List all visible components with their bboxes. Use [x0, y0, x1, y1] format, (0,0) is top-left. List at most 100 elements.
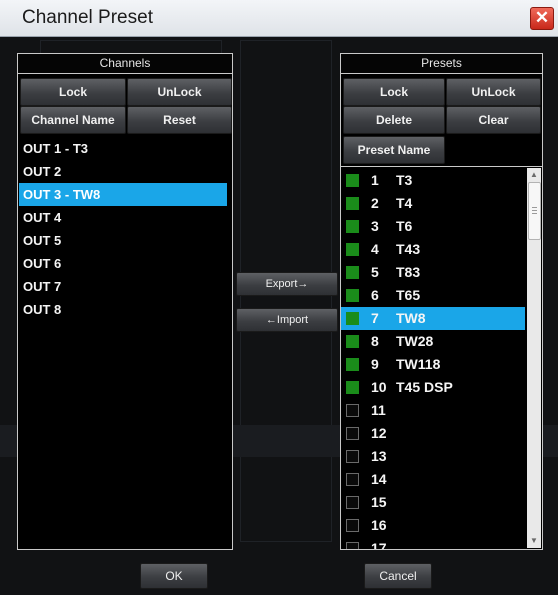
preset-name: T3	[396, 172, 413, 188]
preset-used-indicator	[346, 174, 359, 187]
preset-list-item[interactable]: 9 TW118	[341, 353, 525, 376]
channel-list-item[interactable]: OUT 2	[19, 160, 227, 183]
preset-list-item[interactable]: 14	[341, 468, 525, 491]
preset-number: 12	[371, 425, 387, 441]
channel-list-item[interactable]: OUT 4	[19, 206, 227, 229]
preset-used-indicator	[346, 266, 359, 279]
preset-name: T43	[396, 241, 421, 257]
preset-used-indicator	[346, 243, 359, 256]
preset-used-indicator	[346, 312, 359, 325]
preset-number: 15	[371, 494, 387, 510]
preset-list-item[interactable]: 2 T4	[341, 192, 525, 215]
preset-name: TW8	[396, 310, 426, 326]
preset-list-item[interactable]: 11	[341, 399, 525, 422]
preset-list-item[interactable]: 7 TW8	[341, 307, 525, 330]
preset-list-item[interactable]: 17	[341, 537, 525, 549]
preset-empty-indicator	[346, 450, 359, 463]
preset-list-item[interactable]: 8 TW28	[341, 330, 525, 353]
grip-line	[532, 210, 537, 211]
cancel-button[interactable]: Cancel	[364, 563, 432, 589]
close-icon[interactable]: ✕	[530, 7, 554, 30]
import-button[interactable]: ←Import	[236, 308, 338, 332]
channel-list-item[interactable]: OUT 6	[19, 252, 227, 275]
preset-used-indicator	[346, 381, 359, 394]
channel-preset-dialog: Channel Preset ✕ Channels Lock UnLock Ch…	[0, 0, 558, 595]
preset-number: 14	[371, 471, 387, 487]
channel-reset-button[interactable]: Reset	[127, 106, 232, 134]
preset-empty-indicator	[346, 496, 359, 509]
grip-line	[532, 213, 537, 214]
preset-number: 7	[371, 310, 379, 326]
preset-clear-button[interactable]: Clear	[446, 106, 541, 134]
title-bar: Channel Preset ✕	[0, 0, 558, 37]
channel-name-button[interactable]: Channel Name	[20, 106, 126, 134]
preset-unlock-button[interactable]: UnLock	[446, 78, 541, 106]
preset-number: 11	[371, 402, 386, 418]
preset-list-item[interactable]: 16	[341, 514, 525, 537]
preset-number: 5	[371, 264, 379, 280]
preset-name-button[interactable]: Preset Name	[343, 136, 445, 164]
preset-name: T83	[396, 264, 421, 280]
preset-name: TW28	[396, 333, 434, 349]
window-title: Channel Preset	[22, 7, 153, 28]
preset-list-item[interactable]: 6 T65	[341, 284, 525, 307]
preset-number: 8	[371, 333, 379, 349]
preset-empty-indicator	[346, 404, 359, 417]
preset-list-item[interactable]: 4 T43	[341, 238, 525, 261]
preset-used-indicator	[346, 197, 359, 210]
preset-number: 17	[371, 540, 387, 549]
preset-number: 1	[371, 172, 379, 188]
preset-list-item[interactable]: 3 T6	[341, 215, 525, 238]
export-button[interactable]: Export→	[236, 272, 338, 296]
channels-panel: Channels Lock UnLock Channel Name Reset …	[17, 53, 233, 550]
preset-empty-indicator	[346, 473, 359, 486]
preset-number: 2	[371, 195, 379, 211]
preset-list-item[interactable]: 13	[341, 445, 525, 468]
channel-list-item[interactable]: OUT 8	[19, 298, 227, 321]
channel-list-item[interactable]: OUT 3 - TW8	[19, 183, 227, 206]
preset-name: TW118	[396, 356, 441, 372]
preset-delete-button[interactable]: Delete	[343, 106, 445, 134]
preset-list-item[interactable]: 1 T3	[341, 169, 525, 192]
ok-button[interactable]: OK	[140, 563, 208, 589]
preset-name: T65	[396, 287, 421, 303]
preset-number: 3	[371, 218, 379, 234]
preset-empty-indicator	[346, 427, 359, 440]
preset-list-item[interactable]: 5 T83	[341, 261, 525, 284]
presets-header: Presets	[341, 54, 542, 74]
grip-line	[532, 207, 537, 208]
scroll-down-arrow-icon[interactable]: ▼	[527, 534, 541, 548]
preset-number: 6	[371, 287, 379, 303]
preset-used-indicator	[346, 220, 359, 233]
preset-empty-indicator	[346, 542, 359, 549]
preset-empty-indicator	[346, 519, 359, 532]
presets-list: 1 T3 2 T4 3 T6 4 T43 5 T83 6 T65 7 TW8 8 TW28 9 TW118 10 T4…	[341, 169, 525, 549]
channel-list-item[interactable]: OUT 1 - T3	[19, 137, 227, 160]
presets-panel: Presets Lock UnLock Delete Clear Preset …	[340, 53, 543, 550]
preset-name: T6	[396, 218, 413, 234]
scroll-up-arrow-icon[interactable]: ▲	[527, 168, 541, 182]
presets-scrollbar[interactable]: ▲ ▼	[527, 168, 541, 548]
preset-list-item[interactable]: 10 T45 DSP	[341, 376, 525, 399]
preset-used-indicator	[346, 358, 359, 371]
presets-list-frame: 1 T3 2 T4 3 T6 4 T43 5 T83 6 T65 7 TW8 8 TW28 9 TW118 10 T4…	[341, 166, 542, 549]
channels-list: OUT 1 - T3 OUT 2 OUT 3 - TW8 OUT 4 OUT 5 OUT …	[19, 137, 227, 321]
preset-name: T45 DSP	[396, 379, 453, 395]
preset-number: 16	[371, 517, 387, 533]
channel-lock-button[interactable]: Lock	[20, 78, 126, 106]
preset-lock-button[interactable]: Lock	[343, 78, 445, 106]
channel-unlock-button[interactable]: UnLock	[127, 78, 232, 106]
preset-number: 4	[371, 241, 379, 257]
preset-number: 13	[371, 448, 387, 464]
preset-name: T4	[396, 195, 413, 211]
preset-used-indicator	[346, 289, 359, 302]
preset-used-indicator	[346, 335, 359, 348]
channel-list-item[interactable]: OUT 5	[19, 229, 227, 252]
preset-number: 10	[371, 379, 387, 395]
preset-list-item[interactable]: 15	[341, 491, 525, 514]
preset-list-item[interactable]: 12	[341, 422, 525, 445]
channels-header: Channels	[18, 54, 232, 74]
preset-number: 9	[371, 356, 379, 372]
channel-list-item[interactable]: OUT 7	[19, 275, 227, 298]
scrollbar-thumb[interactable]	[528, 182, 541, 240]
